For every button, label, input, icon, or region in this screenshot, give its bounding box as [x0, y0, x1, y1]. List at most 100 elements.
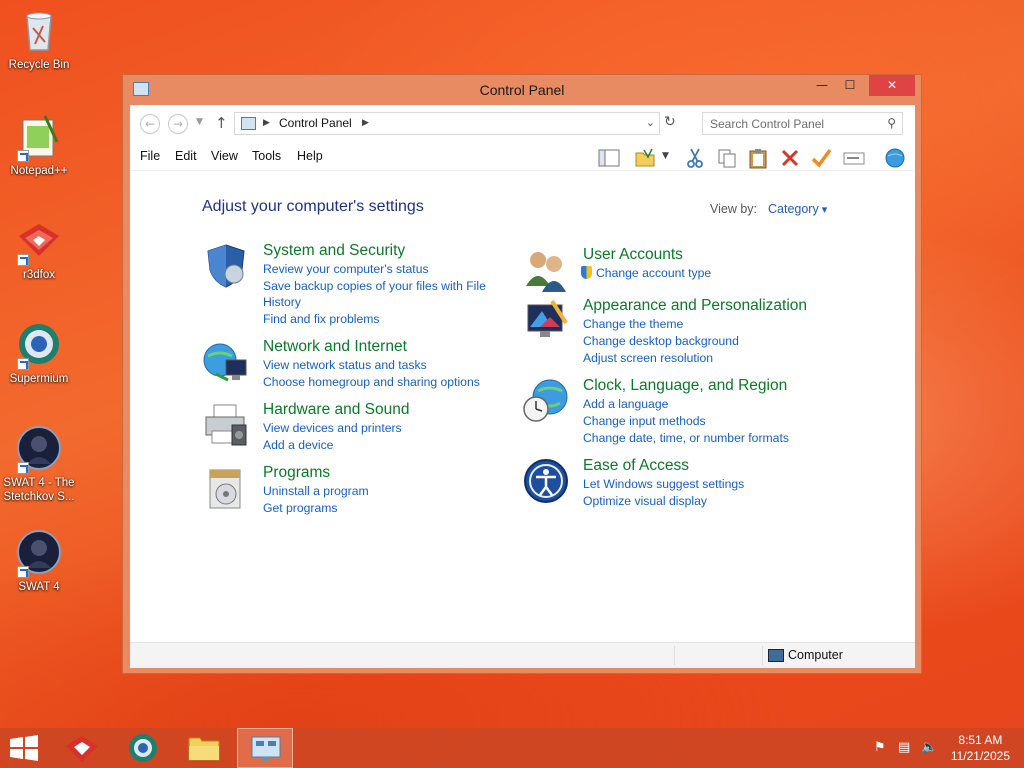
- title-bar[interactable]: Control Panel — ☐ ✕: [123, 75, 921, 105]
- layout-icon[interactable]: [598, 147, 620, 169]
- link-change-account-type[interactable]: Change account type: [581, 265, 813, 281]
- search-input[interactable]: [703, 113, 878, 134]
- menu-file[interactable]: File: [140, 149, 160, 163]
- shortcut-arrow-icon: [17, 566, 29, 578]
- delete-icon[interactable]: [779, 147, 801, 169]
- start-button[interactable]: [0, 728, 56, 768]
- close-button[interactable]: ✕: [869, 75, 915, 96]
- category-title[interactable]: Programs: [263, 464, 330, 482]
- check-icon[interactable]: [810, 147, 832, 169]
- shortcut-arrow-icon: [17, 254, 29, 266]
- menu-view[interactable]: View: [211, 149, 238, 163]
- category-user-accounts: User Accounts Change account type: [522, 246, 842, 296]
- refresh-button[interactable]: ↻: [664, 114, 676, 130]
- supermium-icon: [15, 320, 63, 370]
- link-homegroup-sharing[interactable]: Choose homegroup and sharing options: [263, 374, 495, 390]
- desktop-icon-recycle-bin[interactable]: Recycle Bin: [0, 6, 78, 72]
- search-box[interactable]: ⚲: [702, 112, 903, 135]
- display-icon[interactable]: [522, 297, 570, 345]
- link-save-backup-copies[interactable]: Save backup copies of your files with Fi…: [263, 278, 495, 310]
- breadcrumb-chevron-icon[interactable]: ▶: [362, 118, 369, 128]
- link-optimize-visual-display[interactable]: Optimize visual display: [583, 493, 815, 509]
- link-view-devices-printers[interactable]: View devices and printers: [263, 420, 495, 436]
- link-view-network-status[interactable]: View network status and tasks: [263, 357, 495, 373]
- volume-muted-icon[interactable]: 🔈: [921, 740, 937, 755]
- breadcrumb-chevron-icon[interactable]: ▶: [263, 118, 270, 128]
- window-client-area: ← → ▼ ↑ ▶ Control Panel ▶ ⌄ ↻ ⚲ File Edi…: [130, 105, 915, 668]
- content-pane: Adjust your computer's settings View by:…: [130, 172, 915, 650]
- taskbar-file-explorer[interactable]: [176, 728, 232, 768]
- view-by-dropdown[interactable]: Category: [768, 202, 827, 216]
- menu-edit[interactable]: Edit: [175, 149, 197, 163]
- globe-icon[interactable]: [884, 147, 906, 169]
- link-add-device[interactable]: Add a device: [263, 437, 495, 453]
- category-hardware-and-sound: Hardware and Sound View devices and prin…: [202, 401, 502, 457]
- category-title[interactable]: User Accounts: [583, 246, 683, 264]
- category-title[interactable]: Ease of Access: [583, 457, 689, 475]
- copy-icon[interactable]: [716, 147, 738, 169]
- link-review-computer-status[interactable]: Review your computer's status: [263, 261, 495, 277]
- link-add-language[interactable]: Add a language: [583, 396, 815, 412]
- control-panel-icon: [251, 736, 281, 761]
- category-title[interactable]: Appearance and Personalization: [583, 297, 807, 315]
- address-field[interactable]: ▶ Control Panel ▶ ⌄: [234, 112, 660, 135]
- desktop-icon-r3dfox[interactable]: r3dfox: [0, 216, 78, 282]
- chevron-down-icon[interactable]: ▼: [662, 151, 669, 161]
- up-arrow-button[interactable]: ↑: [215, 114, 228, 132]
- programs-icon[interactable]: [202, 464, 250, 512]
- category-programs: Programs Uninstall a program Get program…: [202, 464, 502, 520]
- desktop-icon-label: Supermium: [9, 373, 69, 385]
- search-icon[interactable]: ⚲: [887, 116, 896, 130]
- link-change-input-methods[interactable]: Change input methods: [583, 413, 815, 429]
- forward-button[interactable]: →: [168, 114, 188, 134]
- swat4-expansion-icon: [15, 424, 63, 474]
- category-title[interactable]: Network and Internet: [263, 338, 407, 356]
- link-change-desktop-background[interactable]: Change desktop background: [583, 333, 815, 349]
- chevron-down-icon[interactable]: ⌄: [646, 116, 655, 129]
- folder-options-icon[interactable]: [634, 147, 656, 169]
- supermium-icon: [129, 734, 157, 762]
- minimize-button[interactable]: —: [809, 75, 835, 96]
- back-button[interactable]: ←: [140, 114, 160, 134]
- menu-tools[interactable]: Tools: [252, 149, 281, 163]
- link-change-date-time-formats[interactable]: Change date, time, or number formats: [583, 430, 815, 446]
- breadcrumb-control-panel[interactable]: Control Panel: [279, 116, 352, 130]
- link-get-programs[interactable]: Get programs: [263, 500, 495, 516]
- desktop-icon-label: Notepad++: [10, 165, 68, 177]
- clock-time: 8:51 AM: [958, 733, 1003, 747]
- ease-of-access-icon[interactable]: [522, 457, 570, 505]
- system-clock[interactable]: 8:51 AM 11/21/2025: [951, 732, 1010, 764]
- desktop-icon-supermium[interactable]: Supermium: [0, 320, 78, 386]
- taskbar-supermium[interactable]: [115, 728, 171, 768]
- category-system-and-security: System and Security Review your computer…: [202, 242, 502, 332]
- taskbar-control-panel[interactable]: [237, 728, 293, 768]
- maximize-button[interactable]: ☐: [837, 75, 863, 96]
- category-title[interactable]: System and Security: [263, 242, 405, 260]
- desktop-icon-swat4[interactable]: SWAT 4: [0, 528, 78, 594]
- taskbar-r3dfox[interactable]: [54, 728, 110, 768]
- link-change-theme[interactable]: Change the theme: [583, 316, 815, 332]
- notepadpp-icon: [15, 112, 63, 162]
- cut-icon[interactable]: [684, 147, 706, 169]
- menu-help[interactable]: Help: [297, 149, 323, 163]
- category-title[interactable]: Hardware and Sound: [263, 401, 410, 419]
- link-adjust-screen-resolution[interactable]: Adjust screen resolution: [583, 350, 815, 366]
- clock-globe-icon[interactable]: [522, 377, 570, 425]
- desktop-icon-label: SWAT 4 - The Stetchkov S...: [3, 477, 75, 503]
- action-center-flag-icon[interactable]: ⚑: [874, 740, 886, 755]
- link-windows-suggest-settings[interactable]: Let Windows suggest settings: [583, 476, 815, 492]
- network-icon[interactable]: [202, 338, 250, 386]
- printer-icon[interactable]: [202, 401, 250, 449]
- shield-icon[interactable]: [202, 242, 250, 290]
- network-status-icon[interactable]: ▤: [898, 740, 910, 755]
- category-title[interactable]: Clock, Language, and Region: [583, 377, 787, 395]
- paste-icon[interactable]: [747, 147, 769, 169]
- desktop-icon-notepadpp[interactable]: Notepad++: [0, 112, 78, 178]
- recent-locations-dropdown-icon[interactable]: ▼: [196, 117, 203, 127]
- properties-icon[interactable]: [843, 147, 865, 169]
- link-uninstall-program[interactable]: Uninstall a program: [263, 483, 495, 499]
- link-find-fix-problems[interactable]: Find and fix problems: [263, 311, 495, 327]
- desktop-icon-swat4-stetchkov[interactable]: SWAT 4 - The Stetchkov S...: [0, 424, 78, 504]
- users-icon[interactable]: [522, 246, 570, 294]
- category-clock-language-region: Clock, Language, and Region Add a langua…: [522, 377, 842, 447]
